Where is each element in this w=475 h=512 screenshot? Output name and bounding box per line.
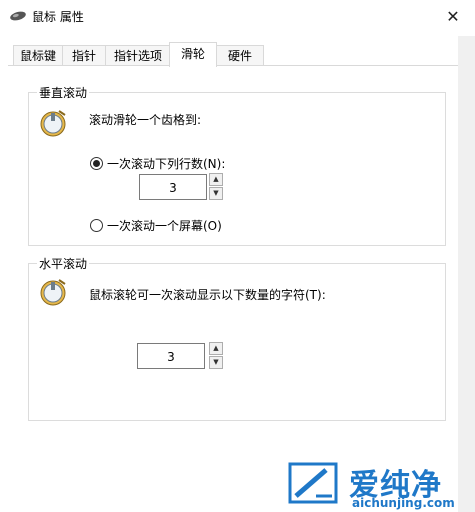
logo-url-text: aichunjing.com bbox=[352, 496, 455, 510]
watermark-logo: 爱纯净 aichunjing.com bbox=[286, 458, 460, 512]
scroll-screen-radio[interactable] bbox=[90, 219, 103, 232]
tab-wheel[interactable]: 滑轮 bbox=[169, 42, 217, 67]
tab-hardware[interactable]: 硬件 bbox=[216, 45, 264, 66]
horizontal-scrolling-group: 水平滚动 鼠标滚轮可一次滚动显示以下数量的字符(T): 3 ▲ ▼ bbox=[28, 255, 446, 421]
tab-strip: 鼠标键 指针 指针选项 滑轮 硬件 bbox=[0, 42, 458, 67]
group-label: 垂直滚动 bbox=[37, 84, 90, 101]
spin-up-button[interactable]: ▲ bbox=[209, 342, 223, 355]
scroll-lines-label[interactable]: 一次滚动下列行数(N): bbox=[107, 155, 225, 172]
close-button[interactable]: ✕ bbox=[436, 2, 470, 32]
mouse-icon bbox=[9, 10, 27, 25]
mouse-wheel-icon bbox=[39, 107, 69, 142]
chevron-up-icon: ▲ bbox=[213, 175, 219, 183]
tab-mouse-buttons[interactable]: 鼠标键 bbox=[13, 45, 63, 66]
spin-down-button[interactable]: ▼ bbox=[209, 356, 223, 369]
vertical-intro-text: 滚动滑轮一个齿格到: bbox=[89, 113, 202, 127]
chars-spinner: ▲ ▼ bbox=[209, 342, 223, 370]
vertical-scrolling-group: 垂直滚动 滚动滑轮一个齿格到: 一次滚动下列行数(N): 3 ▲ ▼ 一次滚动一… bbox=[28, 84, 446, 246]
chevron-down-icon: ▼ bbox=[213, 189, 219, 197]
tab-content-panel: 垂直滚动 滚动滑轮一个齿格到: 一次滚动下列行数(N): 3 ▲ ▼ 一次滚动一… bbox=[8, 65, 458, 506]
spin-up-button[interactable]: ▲ bbox=[209, 173, 223, 186]
tab-pointer-options[interactable]: 指针选项 bbox=[105, 45, 171, 66]
lines-spinner: ▲ ▼ bbox=[209, 173, 223, 201]
scroll-lines-radio[interactable] bbox=[90, 157, 103, 170]
chevron-up-icon: ▲ bbox=[213, 344, 219, 352]
logo-mark-icon bbox=[286, 460, 340, 506]
window-title: 鼠标 属性 bbox=[32, 10, 84, 24]
scroll-screen-label[interactable]: 一次滚动一个屏幕(O) bbox=[107, 217, 222, 234]
close-icon: ✕ bbox=[446, 7, 460, 26]
chars-spin-input[interactable]: 3 bbox=[137, 343, 205, 369]
spin-down-button[interactable]: ▼ bbox=[209, 187, 223, 200]
background-strip bbox=[458, 36, 475, 512]
lines-spin-input[interactable]: 3 bbox=[139, 174, 207, 200]
horizontal-intro-text: 鼠标滚轮可一次滚动显示以下数量的字符(T): bbox=[89, 288, 326, 302]
chevron-down-icon: ▼ bbox=[213, 358, 219, 366]
mouse-wheel-icon bbox=[39, 276, 69, 311]
mouse-properties-window: 鼠标 属性 ✕ 鼠标键 指针 指针选项 滑轮 硬件 垂直滚动 滚动滑轮一个齿格到… bbox=[0, 0, 475, 512]
title-bar: 鼠标 属性 ✕ bbox=[0, 0, 475, 34]
group-label: 水平滚动 bbox=[37, 255, 90, 272]
tab-pointers[interactable]: 指针 bbox=[62, 45, 106, 66]
